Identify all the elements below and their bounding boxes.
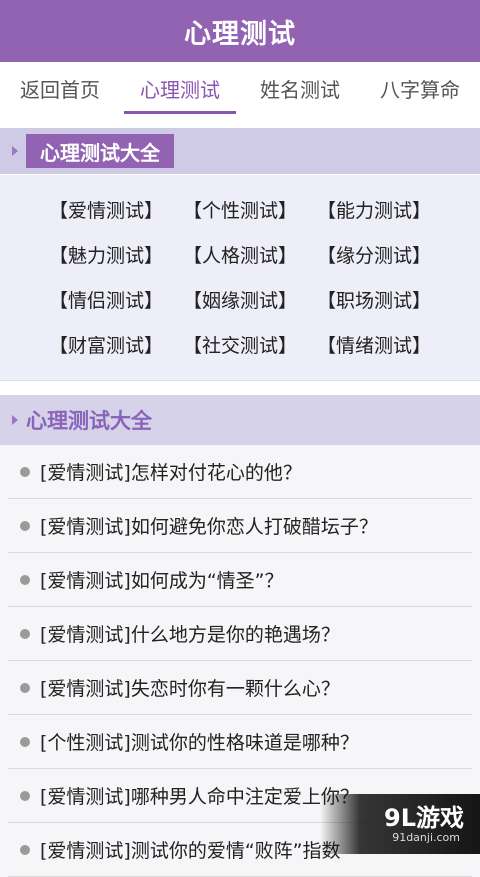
category-ability[interactable]: 【能力测试】 bbox=[307, 196, 441, 223]
bullet-icon bbox=[20, 574, 30, 585]
category-row: 【爱情测试】 【个性测试】 【能力测试】 bbox=[0, 187, 480, 232]
list-item[interactable]: [个性测试]测试你的性格味道是哪种？ bbox=[8, 715, 472, 769]
list-item-text: [爱情测试]失恋时你有一颗什么心？ bbox=[40, 678, 340, 700]
list-item-text: [爱情测试]如何避免你恋人打破醋坛子？ bbox=[40, 516, 378, 538]
bullet-icon bbox=[20, 736, 30, 747]
page-title: 心理测试 bbox=[184, 18, 296, 50]
category-charm[interactable]: 【魅力测试】 bbox=[39, 241, 173, 268]
tab-psych-test[interactable]: 心理测试 bbox=[120, 62, 240, 114]
categories-section-title: 心理测试大全 bbox=[26, 134, 174, 168]
list-item[interactable]: [爱情测试]如何避免你恋人打破醋坛子？ bbox=[8, 499, 472, 553]
list-item[interactable]: [爱情测试]失恋时你有一颗什么心？ bbox=[8, 661, 472, 715]
category-grid: 【爱情测试】 【个性测试】 【能力测试】 【魅力测试】 【人格测试】 【缘分测试… bbox=[0, 175, 480, 381]
watermark-logo: 9L游戏 bbox=[384, 803, 464, 832]
bullet-icon bbox=[20, 682, 30, 693]
category-row: 【魅力测试】 【人格测试】 【缘分测试】 bbox=[0, 232, 480, 277]
watermark-url: 91danji.com bbox=[392, 830, 460, 844]
tab-home[interactable]: 返回首页 bbox=[0, 62, 120, 114]
list-item-text: [爱情测试]什么地方是你的艳遇场？ bbox=[40, 624, 340, 646]
list-section-title: 心理测试大全 bbox=[26, 409, 152, 433]
list-item-text: [爱情测试]测试你的爱情“败阵”指数 bbox=[40, 840, 341, 862]
list-item-text: [爱情测试]如何成为“情圣”？ bbox=[40, 570, 284, 592]
category-workplace[interactable]: 【职场测试】 bbox=[307, 286, 441, 313]
category-character[interactable]: 【人格测试】 bbox=[173, 241, 307, 268]
categories-section-header: 心理测试大全 bbox=[0, 128, 480, 175]
list-item[interactable]: [爱情测试]怎样对付花心的他？ bbox=[8, 445, 472, 499]
list-item-text: [爱情测试]哪种男人命中注定爱上你？ bbox=[40, 786, 359, 808]
triangle-icon bbox=[12, 415, 18, 425]
category-wealth[interactable]: 【财富测试】 bbox=[39, 331, 173, 358]
category-social[interactable]: 【社交测试】 bbox=[173, 331, 307, 358]
category-row: 【财富测试】 【社交测试】 【情绪测试】 bbox=[0, 322, 480, 367]
app-header: 心理测试 bbox=[0, 0, 480, 62]
bullet-icon bbox=[20, 628, 30, 639]
list-item-text: [爱情测试]怎样对付花心的他？ bbox=[40, 462, 302, 484]
category-emotion[interactable]: 【情绪测试】 bbox=[307, 331, 441, 358]
bullet-icon bbox=[20, 466, 30, 477]
triangle-icon bbox=[12, 146, 18, 156]
category-couple[interactable]: 【情侣测试】 bbox=[39, 286, 173, 313]
bullet-icon bbox=[20, 790, 30, 801]
category-marriage[interactable]: 【姻缘测试】 bbox=[173, 286, 307, 313]
tab-bar: 返回首页 心理测试 姓名测试 八字算命 bbox=[0, 62, 480, 114]
category-row: 【情侣测试】 【姻缘测试】 【职场测试】 bbox=[0, 277, 480, 322]
list-item[interactable]: [爱情测试]如何成为“情圣”？ bbox=[8, 553, 472, 607]
list-item-text: [个性测试]测试你的性格味道是哪种？ bbox=[40, 732, 359, 754]
category-personality[interactable]: 【个性测试】 bbox=[173, 196, 307, 223]
list-item[interactable]: [爱情测试]什么地方是你的艳遇场？ bbox=[8, 607, 472, 661]
tab-bazi[interactable]: 八字算命 bbox=[360, 62, 480, 114]
list-section-header: 心理测试大全 bbox=[0, 395, 480, 445]
bullet-icon bbox=[20, 844, 30, 855]
site-watermark: 9L游戏 91danji.com bbox=[320, 794, 480, 854]
tab-name-test[interactable]: 姓名测试 bbox=[240, 62, 360, 114]
bullet-icon bbox=[20, 520, 30, 531]
category-fate[interactable]: 【缘分测试】 bbox=[307, 241, 441, 268]
category-love[interactable]: 【爱情测试】 bbox=[39, 196, 173, 223]
